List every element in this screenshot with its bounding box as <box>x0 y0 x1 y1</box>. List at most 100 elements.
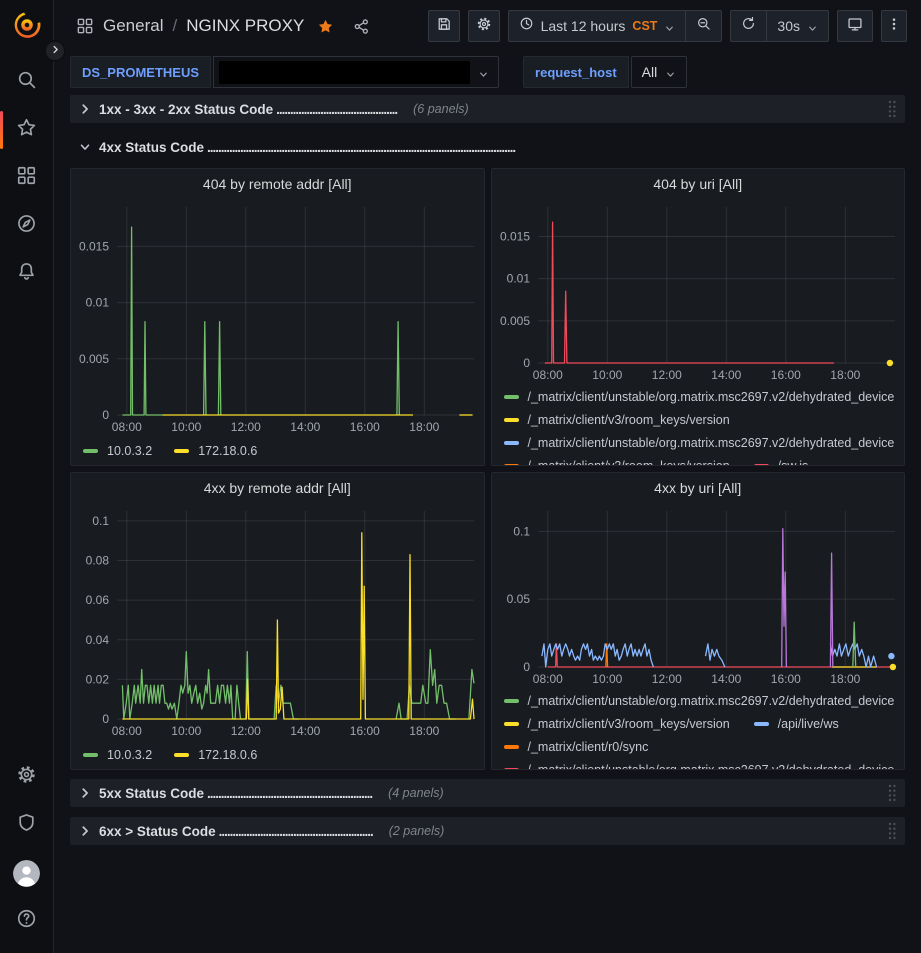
panel: 404 by remote addr [All]00.0050.010.0150… <box>70 168 485 466</box>
panel-title[interactable]: 404 by uri [All] <box>492 169 905 199</box>
row-drag-handle[interactable] <box>887 821 897 841</box>
legend-swatch <box>504 464 519 466</box>
dashboard-row-5xx[interactable]: 5xx Status Code.........................… <box>70 779 905 807</box>
legend-item[interactable]: /_matrix/client/unstable/org.matrix.msc2… <box>504 689 895 712</box>
legend-swatch <box>174 449 189 453</box>
dashboard: 1xx - 3xx - 2xx Status Code.............… <box>55 92 921 953</box>
share-icon[interactable] <box>353 18 370 35</box>
svg-text:12:00: 12:00 <box>651 672 681 686</box>
variable-select-request-host[interactable]: All <box>631 56 688 88</box>
svg-text:0: 0 <box>523 356 530 370</box>
refresh-button[interactable] <box>731 11 766 41</box>
chevron-down-icon <box>664 21 675 32</box>
sidebar-item-help[interactable] <box>0 897 54 945</box>
panel-plot-area[interactable]: 00.0050.010.01508:0010:0012:0014:0016:00… <box>71 199 484 437</box>
save-dashboard-button[interactable] <box>428 10 460 42</box>
svg-text:10:00: 10:00 <box>592 672 622 686</box>
legend-item[interactable]: /_matrix/client/unstable/org.matrix.msc2… <box>504 385 895 408</box>
chevron-right-icon <box>50 42 61 60</box>
svg-text:18:00: 18:00 <box>409 724 439 738</box>
timezone-label: CST <box>632 19 657 33</box>
dashboard-row-6xx[interactable]: 6xx > Status Code.......................… <box>70 817 905 845</box>
panel-plot-area[interactable]: 00.050.108:0010:0012:0014:0016:0018:00 <box>492 503 905 689</box>
panel-plot-area[interactable]: 00.020.040.060.080.108:0010:0012:0014:00… <box>71 503 484 741</box>
chevron-down-icon <box>478 67 489 78</box>
help-icon <box>16 908 37 934</box>
variable-label-ds-prometheus: DS_PROMETHEUS <box>70 56 211 88</box>
legend-item[interactable]: 172.18.0.6 <box>174 444 257 458</box>
svg-text:0: 0 <box>102 712 109 726</box>
sidebar-item-profile[interactable] <box>0 849 54 897</box>
row-drag-handle[interactable] <box>887 99 897 119</box>
legend-item[interactable]: /_matrix/client/v3/room_keys/version <box>504 408 730 431</box>
legend-label: /_matrix/client/v3/room_keys/version <box>528 413 730 427</box>
zoom-out-icon <box>696 16 711 36</box>
legend-item[interactable]: /_matrix/client/unstable/org.matrix.msc2… <box>504 431 895 454</box>
svg-text:16:00: 16:00 <box>350 724 380 738</box>
zoom-out-button[interactable] <box>685 11 721 41</box>
time-controls: Last 12 hours CST <box>508 10 723 42</box>
sidebar-item-configuration[interactable] <box>0 753 54 801</box>
star-filled-icon[interactable] <box>317 18 334 35</box>
chevron-down-icon <box>807 21 818 32</box>
legend-item[interactable]: 10.0.3.2 <box>83 748 152 762</box>
legend-label: /_matrix/client/unstable/org.matrix.msc2… <box>528 763 895 770</box>
redacted-variable-value <box>219 61 470 84</box>
more-options-button[interactable] <box>881 10 907 42</box>
dashboards-grid-icon <box>16 165 37 191</box>
dashboard-settings-button[interactable] <box>468 10 500 42</box>
clock-icon <box>519 16 534 36</box>
breadcrumb-folder[interactable]: General <box>103 16 163 36</box>
dashboard-row-1xx-3xx-2xx[interactable]: 1xx - 3xx - 2xx Status Code.............… <box>70 95 905 123</box>
legend-item[interactable]: /_matrix/client/unstable/org.matrix.msc2… <box>504 758 895 769</box>
user-avatar <box>13 860 40 887</box>
svg-text:0.01: 0.01 <box>506 272 530 286</box>
sidebar-item-server-admin[interactable] <box>0 801 54 849</box>
shield-icon <box>16 812 37 838</box>
page-title[interactable]: NGINX PROXY <box>186 16 304 36</box>
legend-item[interactable]: 172.18.0.6 <box>174 748 257 762</box>
legend-item[interactable]: /sw.js <box>754 454 809 465</box>
panel-title[interactable]: 404 by remote addr [All] <box>71 169 484 199</box>
sidebar-item-alerting[interactable] <box>0 250 54 298</box>
variable-select-ds-prometheus[interactable] <box>213 56 499 88</box>
svg-text:0.06: 0.06 <box>86 593 110 607</box>
gear-icon <box>476 16 492 37</box>
kiosk-mode-button[interactable] <box>837 10 873 42</box>
chevron-down-icon <box>665 67 676 78</box>
legend-item[interactable]: 10.0.3.2 <box>83 444 152 458</box>
sidebar-item-dashboards[interactable] <box>0 154 54 202</box>
svg-text:16:00: 16:00 <box>350 420 380 434</box>
panel-legend: 10.0.3.2 172.18.0.6 <box>71 437 484 465</box>
apps-icon[interactable] <box>76 17 94 35</box>
svg-text:18:00: 18:00 <box>830 672 860 686</box>
sidebar-expand-button[interactable] <box>44 40 66 62</box>
row-title: 6xx > Status Code.......................… <box>99 824 373 839</box>
time-range-picker[interactable]: Last 12 hours CST <box>509 11 686 41</box>
sidebar-item-explore[interactable] <box>0 202 54 250</box>
sidebar-item-starred[interactable] <box>0 106 54 154</box>
legend-item[interactable]: /api/live/ws <box>754 712 839 735</box>
legend-item[interactable]: /_matrix/client/v3/room_keys/version <box>504 712 730 735</box>
panel-title[interactable]: 4xx by remote addr [All] <box>71 473 484 503</box>
sidebar-item-search[interactable] <box>0 58 54 106</box>
row-drag-handle[interactable] <box>887 783 897 803</box>
svg-text:08:00: 08:00 <box>532 368 562 382</box>
grafana-logo[interactable] <box>8 6 46 44</box>
legend-swatch <box>504 699 519 703</box>
legend-label: /_matrix/client/unstable/org.matrix.msc2… <box>528 390 895 404</box>
variable-label-request-host: request_host <box>523 56 629 88</box>
legend-item[interactable]: /_matrix/client/r0/sync <box>504 735 649 758</box>
refresh-icon <box>741 16 756 36</box>
star-icon <box>16 117 37 143</box>
legend-swatch <box>83 449 98 453</box>
legend-label: /_matrix/client/unstable/org.matrix.msc2… <box>528 436 895 450</box>
panel-title[interactable]: 4xx by uri [All] <box>492 473 905 503</box>
svg-text:0.015: 0.015 <box>79 239 109 253</box>
panel-plot-area[interactable]: 00.0050.010.01508:0010:0012:0014:0016:00… <box>492 199 905 385</box>
refresh-interval-dropdown[interactable]: 30s <box>766 11 828 41</box>
legend-swatch <box>504 768 519 770</box>
legend-item[interactable]: /_matrix/client/v3/room_keys/version <box>504 454 730 465</box>
svg-text:0.02: 0.02 <box>86 672 110 686</box>
dashboard-row-4xx[interactable]: 4xx Status Code.........................… <box>70 133 905 161</box>
